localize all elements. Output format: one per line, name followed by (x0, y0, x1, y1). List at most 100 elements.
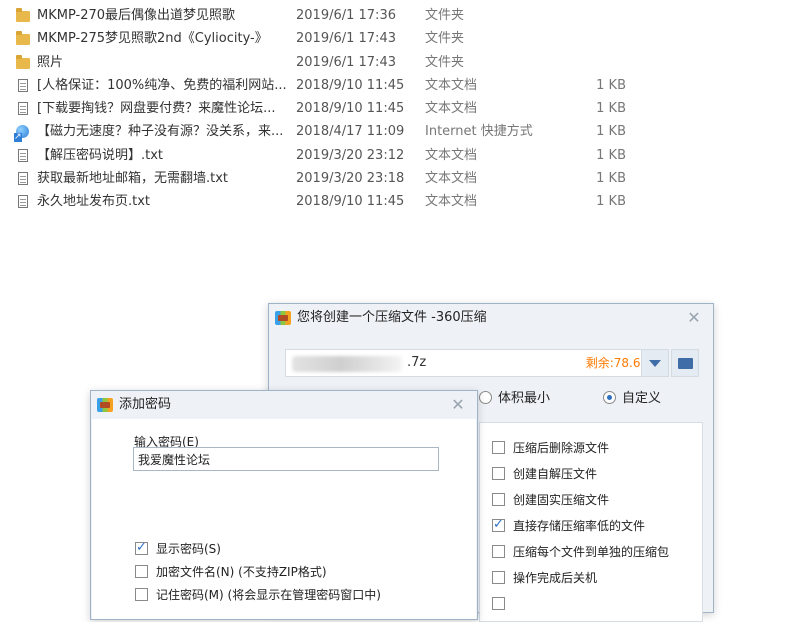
file-date: 2019/6/1 17:43 (296, 31, 396, 47)
file-type: 文件夹 (425, 31, 465, 47)
text-file-icon (16, 195, 30, 209)
compress-dialog-titlebar[interactable]: 您将创建一个压缩文件 -360压缩 ✕ (269, 304, 713, 332)
360-compress-logo-icon (97, 398, 113, 412)
file-size: 1 KB (596, 171, 626, 187)
file-name: 获取最新地址邮箱，无需翻墙.txt (37, 171, 229, 187)
text-file-icon (16, 102, 30, 116)
file-row[interactable]: 获取最新地址邮箱，无需翻墙.txt 2019/3/20 23:18 文本文档 1… (0, 167, 800, 190)
internet-shortcut-icon (14, 125, 30, 143)
file-date: 2018/9/10 11:45 (296, 101, 405, 117)
file-size: 1 KB (596, 194, 626, 210)
file-name: 【解压密码说明】.txt (37, 147, 164, 163)
text-file-icon (16, 78, 30, 93)
checkbox-checked[interactable] (492, 516, 505, 534)
close-icon[interactable]: ✕ (447, 394, 469, 416)
file-name: 【磁力无速度？种子没有源？没关系，来... (37, 124, 284, 140)
file-row[interactable]: [下载要掏钱？网盘要付费？来魔性论坛... 2018/9/10 11:45 文本… (0, 97, 800, 120)
360-compress-logo-icon (275, 311, 291, 325)
file-date: 2019/3/20 23:18 (296, 171, 405, 187)
options-panel: 压缩后删除源文件 创建自解压文件 创建固实压缩文件 直接存储压缩率低的文件 压缩… (479, 422, 703, 622)
option-store-low-ratio[interactable]: 直接存储压缩率低的文件 (492, 516, 646, 535)
file-size: 1 KB (596, 77, 626, 93)
file-row[interactable]: MKMP-275梦见照歌2nd《Cyliocity-》 2019/6/1 17:… (0, 27, 800, 50)
file-name: 照片 (37, 54, 64, 70)
close-icon[interactable]: ✕ (683, 307, 705, 329)
file-date: 2019/6/1 17:43 (296, 54, 396, 70)
file-type: 文本文档 (425, 77, 478, 93)
file-date: 2019/3/20 23:12 (296, 147, 405, 163)
chevron-down-icon[interactable] (641, 349, 669, 377)
checkbox[interactable] (492, 467, 505, 480)
text-file-icon (16, 172, 30, 186)
file-name: MKMP-275梦见照歌2nd《Cyliocity-》 (37, 31, 268, 47)
file-row[interactable]: MKMP-270最后偶像出道梦见照歌 2019/6/1 17:36 文件夹 (0, 4, 800, 27)
password-dialog-title: 添加密码 (119, 397, 172, 412)
radio-custom-label: 自定义 (622, 391, 662, 406)
blurred-path-text (292, 356, 402, 372)
option-self-extract[interactable]: 创建自解压文件 (492, 465, 597, 483)
option-cut-off[interactable] (492, 595, 513, 613)
checkbox-checked[interactable] (135, 539, 148, 557)
option-separate-archives[interactable]: 压缩每个文件到单独的压缩包 (492, 543, 669, 561)
option-label: 创建自解压文件 (513, 467, 598, 481)
file-row[interactable]: [人格保证：100%纯净、免费的福利网站... 2018/9/10 11:45 … (0, 74, 800, 97)
folder-browse-icon[interactable] (671, 349, 699, 377)
password-dialog-titlebar[interactable]: 添加密码 ✕ (91, 391, 477, 419)
option-label: 压缩每个文件到单独的压缩包 (513, 545, 670, 559)
file-type: 文本文档 (425, 171, 478, 187)
file-date: 2018/4/17 11:09 (296, 124, 405, 140)
radio-circle[interactable] (479, 391, 492, 404)
option-delete-source[interactable]: 压缩后删除源文件 (492, 439, 609, 457)
file-type: 文件夹 (425, 8, 465, 23)
file-date: 2019/6/1 17:36 (296, 8, 396, 23)
file-size: 1 KB (596, 147, 626, 163)
folder-icon (16, 31, 30, 46)
file-type: 文本文档 (425, 101, 478, 117)
file-type: Internet 快捷方式 (425, 124, 533, 140)
file-row[interactable]: 【磁力无速度？种子没有源？没关系，来... 2018/4/17 11:09 In… (0, 120, 800, 143)
file-list: MKMP-270最后偶像出道梦见照歌 2019/6/1 17:36 文件夹 MK… (0, 4, 800, 214)
archive-path-field[interactable]: .7z 剩余:78.6GB (285, 349, 669, 377)
radio-smallest-size[interactable]: 体积最小 (479, 390, 550, 408)
file-row[interactable]: 照片 2019/6/1 17:43 文件夹 (0, 51, 800, 74)
add-password-dialog: 添加密码 ✕ 输入密码(E) 显示密码(S) 加密文件名(N) (不支持ZIP格… (90, 390, 478, 620)
remember-password-option[interactable]: 记住密码(M) (将会显示在管理密码窗口中) (135, 586, 381, 604)
option-label: 操作完成后关机 (513, 571, 598, 585)
file-type: 文本文档 (425, 147, 478, 163)
encrypt-filenames-option[interactable]: 加密文件名(N) (不支持ZIP格式) (135, 563, 327, 581)
file-size: 1 KB (596, 124, 626, 140)
option-label: 直接存储压缩率低的文件 (513, 519, 646, 533)
checkbox[interactable] (492, 493, 505, 506)
checkbox[interactable] (492, 545, 505, 558)
password-input[interactable] (133, 447, 439, 471)
checkbox[interactable] (492, 441, 505, 454)
file-size: 1 KB (596, 101, 626, 117)
checkbox[interactable] (135, 588, 148, 601)
checkbox[interactable] (492, 571, 505, 584)
archive-extension: .7z (407, 355, 427, 370)
folder-icon (16, 54, 30, 70)
text-file-icon (16, 148, 30, 163)
file-row[interactable]: 永久地址发布页.txt 2018/9/10 11:45 文本文档 1 KB (0, 190, 800, 213)
radio-circle-selected[interactable] (603, 391, 616, 404)
file-row[interactable]: 【解压密码说明】.txt 2019/3/20 23:12 文本文档 1 KB (0, 144, 800, 167)
option-label: 压缩后删除源文件 (513, 441, 610, 455)
show-password-option[interactable]: 显示密码(S) (135, 539, 221, 558)
file-name: [人格保证：100%纯净、免费的福利网站... (37, 77, 287, 93)
option-label: 记住密码(M) (将会显示在管理密码窗口中) (156, 588, 381, 602)
folder-icon (16, 8, 30, 23)
option-label: 创建固实压缩文件 (513, 493, 610, 507)
option-label: 显示密码(S) (156, 542, 221, 556)
option-shutdown-after[interactable]: 操作完成后关机 (492, 569, 597, 587)
file-date: 2018/9/10 11:45 (296, 194, 405, 210)
file-type: 文本文档 (425, 194, 478, 210)
radio-custom[interactable]: 自定义 (603, 390, 661, 408)
compress-dialog-title: 您将创建一个压缩文件 -360压缩 (297, 310, 487, 325)
option-solid-archive[interactable]: 创建固实压缩文件 (492, 491, 609, 509)
file-type: 文件夹 (425, 54, 465, 70)
file-name: 永久地址发布页.txt (37, 194, 151, 210)
file-name: MKMP-270最后偶像出道梦见照歌 (37, 8, 236, 23)
checkbox[interactable] (135, 565, 148, 578)
file-name: [下载要掏钱？网盘要付费？来魔性论坛... (37, 101, 276, 117)
option-label: 加密文件名(N) (不支持ZIP格式) (156, 565, 327, 579)
